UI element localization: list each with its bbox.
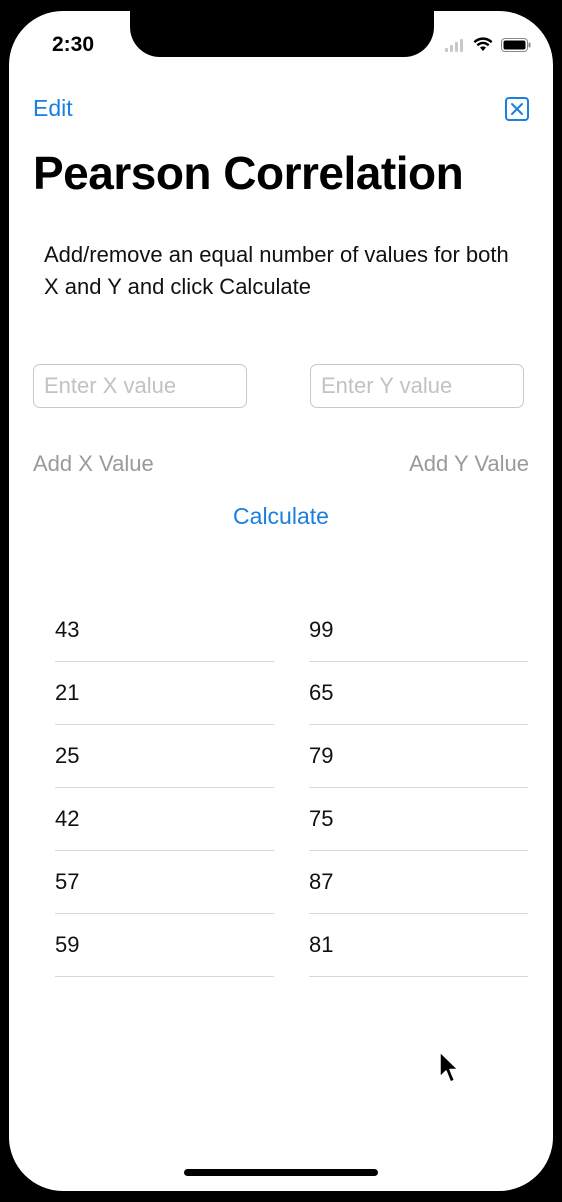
status-time: 2:30 xyxy=(52,33,95,56)
x-value-row[interactable]: 21 xyxy=(55,662,274,725)
x-value-row[interactable]: 42 xyxy=(55,788,274,851)
instructions-text: Add/remove an equal number of values for… xyxy=(44,242,509,299)
x-values-list: 43 21 25 42 57 59 xyxy=(55,599,274,977)
y-value-row[interactable]: 79 xyxy=(309,725,528,788)
pointer-cursor-icon xyxy=(439,1051,459,1083)
device-frame: 2:30 Edit Pearson Correlation Add/remove… xyxy=(0,0,562,1202)
y-value-row[interactable]: 99 xyxy=(309,599,528,662)
y-values-list: 99 65 79 75 87 81 xyxy=(309,599,528,977)
screen: 2:30 Edit Pearson Correlation Add/remove… xyxy=(9,11,553,1191)
x-value-row[interactable]: 43 xyxy=(55,599,274,662)
battery-icon xyxy=(501,37,531,52)
notch xyxy=(130,11,434,57)
status-icons xyxy=(445,37,531,52)
y-value-input[interactable] xyxy=(310,364,524,408)
y-value-row[interactable]: 75 xyxy=(309,788,528,851)
y-value-row[interactable]: 65 xyxy=(309,662,528,725)
wifi-icon xyxy=(473,37,493,51)
add-y-value-button[interactable]: Add Y Value xyxy=(409,451,529,477)
y-value-row[interactable]: 87 xyxy=(309,851,528,914)
signal-icon xyxy=(445,38,463,52)
x-value-row[interactable]: 59 xyxy=(55,914,274,977)
x-value-row[interactable]: 25 xyxy=(55,725,274,788)
home-indicator xyxy=(184,1169,378,1176)
close-square-icon[interactable] xyxy=(505,97,529,121)
calculate-button[interactable]: Calculate xyxy=(9,503,553,530)
y-value-row[interactable]: 81 xyxy=(309,914,528,977)
x-value-row[interactable]: 57 xyxy=(55,851,274,914)
page-title: Pearson Correlation xyxy=(33,147,464,199)
x-value-input[interactable] xyxy=(33,364,247,408)
edit-button[interactable]: Edit xyxy=(33,95,73,122)
add-x-value-button[interactable]: Add X Value xyxy=(33,451,154,477)
